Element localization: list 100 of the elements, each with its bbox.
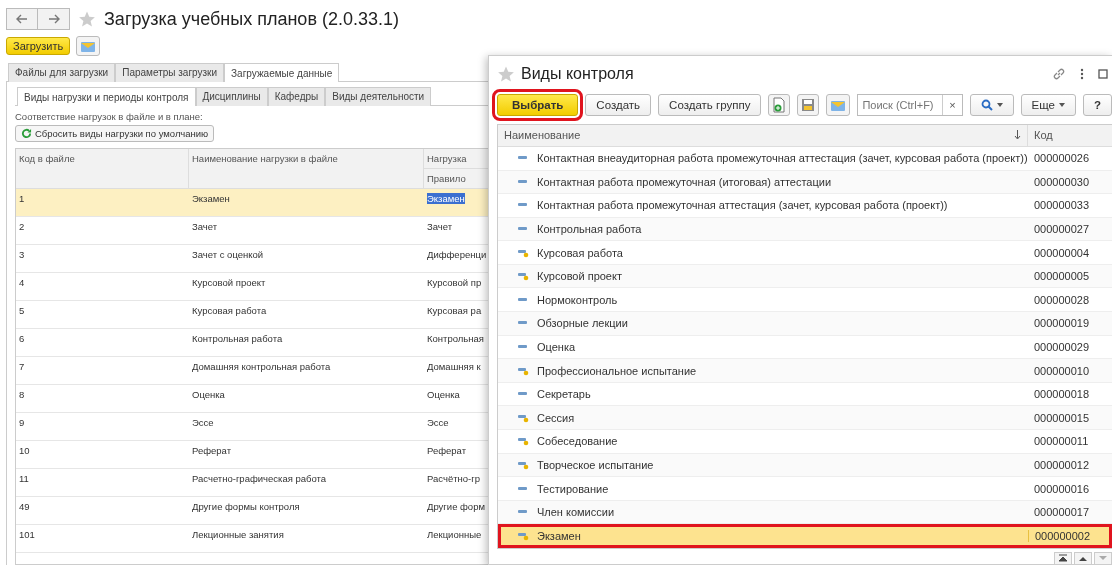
mail-button[interactable]: [826, 94, 851, 116]
toolbar-button[interactable]: Создать группу: [658, 94, 762, 116]
item-name: Член комиссии: [537, 506, 615, 519]
scroll-top-icon[interactable]: [1054, 552, 1072, 565]
list-row[interactable]: Творческое испытание 000000012: [498, 453, 1112, 478]
table-row[interactable]: 6 Контрольная работа Контрольная: [16, 329, 488, 357]
search-button[interactable]: [969, 94, 1014, 116]
item-name: Творческое испытание: [537, 458, 654, 471]
table-row[interactable]: 5 Курсовая работа Курсовая ра: [16, 301, 488, 329]
list-row[interactable]: Экзамен 000000002: [498, 524, 1112, 548]
table-row[interactable]: 3 Зачет с оценкой Дифференци: [16, 245, 488, 273]
more-button[interactable]: Еще: [1020, 94, 1076, 116]
table-cell-text: Курсовой проект: [191, 276, 267, 290]
item-name: Курсовая работа: [537, 246, 623, 259]
link-icon[interactable]: [1052, 67, 1066, 81]
list-row[interactable]: Обзорные лекции 000000019: [498, 312, 1112, 336]
item-name: Тестирование: [537, 482, 609, 495]
item-name: Контактная внеаудиторная работа промежуточная аттестация (зачет, курсовая работа (проект)): [537, 152, 1028, 165]
item-code: 000000002: [1028, 529, 1112, 542]
back-button[interactable]: [6, 8, 38, 30]
toolbar-button[interactable]: Создать: [585, 94, 652, 116]
help-button[interactable]: ?: [1082, 94, 1112, 116]
forward-button[interactable]: [38, 8, 70, 30]
table-cell-text: Зачет: [191, 220, 219, 234]
caret-icon: [1058, 103, 1065, 107]
table-row[interactable]: 10 Реферат Реферат: [16, 441, 488, 469]
tab[interactable]: Файлы для загрузки: [8, 63, 116, 82]
table-row[interactable]: 7 Домашняя контрольная работа Домашняя к: [16, 357, 488, 385]
table-cell-text: Оценка: [426, 388, 461, 402]
item-dot-icon: [518, 530, 529, 541]
document-plus-icon: [772, 97, 787, 113]
table-row[interactable]: 4 Курсовой проект Курсовой пр: [16, 273, 488, 301]
subtab[interactable]: Дисциплины: [195, 87, 268, 106]
table-cell-text: Эссе: [191, 416, 215, 430]
table-cell-text: Контрольная работа: [191, 332, 284, 346]
dialog-title: Виды контроля: [521, 65, 635, 83]
table-row[interactable]: 101 Лекционные занятия Лекционные: [16, 525, 488, 553]
list-row[interactable]: Член комиссии 000000017: [498, 500, 1112, 525]
column-header[interactable]: Наименование: [498, 125, 1028, 146]
table-cell-text: 4: [18, 276, 26, 290]
table-cell-text: 2: [18, 220, 26, 234]
table-cell-text: Другие форм: [426, 500, 486, 514]
table-row[interactable]: 8 Оценка Оценка: [16, 385, 488, 413]
tab[interactable]: Параметры загрузки: [115, 63, 225, 82]
table-cell-text: Расчётно-гр: [426, 472, 481, 486]
favorite-star-icon[interactable]: [497, 65, 515, 83]
list-row[interactable]: Контрольная работа 000000027: [498, 217, 1112, 242]
item-name: Сессия: [537, 411, 575, 424]
table-cell-text: Лекционные занятия: [191, 528, 285, 542]
list-row[interactable]: Сессия 000000015: [498, 406, 1112, 431]
maximize-icon[interactable]: [1098, 69, 1108, 79]
table-row[interactable]: 11 Расчетно-графическая работа Расчётно-гр: [16, 469, 488, 497]
save-button[interactable]: [797, 94, 820, 116]
favorite-star-icon[interactable]: [78, 10, 96, 28]
scroll-up-icon[interactable]: [1074, 552, 1092, 565]
load-button[interactable]: Загрузить: [6, 37, 71, 55]
table-cell-text: Лекционные: [426, 528, 483, 542]
item-dot-icon: [518, 247, 529, 258]
list-row[interactable]: Контактная работа промежуточная (итоговая) аттестации 000000030: [498, 170, 1112, 195]
envelope-icon: [830, 98, 847, 112]
list-row[interactable]: Контактная внеаудиторная работа промежуточная аттестация (зачет, курсовая работа (проект)) 000000026: [498, 146, 1112, 171]
list-row[interactable]: Курсовая работа 000000004: [498, 241, 1112, 265]
item-code: 000000026: [1033, 152, 1091, 165]
table-row[interactable]: 1 Экзамен Экзамен: [16, 189, 488, 217]
list-row[interactable]: Контактная работа промежуточная аттестация (зачет, курсовая работа (проект)) 000000033: [498, 194, 1112, 218]
table-cell-text: 9: [18, 416, 26, 430]
item-name: Контактная работа промежуточная аттестация (зачет, курсовая работа (проект)): [537, 199, 948, 212]
item-dot-icon: [518, 459, 529, 470]
table-row[interactable]: 2 Зачет Зачет: [16, 217, 488, 245]
table-row[interactable]: 9 Эссе Эссе: [16, 413, 488, 441]
subtab[interactable]: Кафедры: [267, 87, 326, 106]
list-row[interactable]: Курсовой проект 000000005: [498, 264, 1112, 289]
item-code: 000000027: [1033, 223, 1091, 235]
reset-button[interactable]: Сбросить виды нагрузки по умолчанию: [15, 125, 215, 142]
item-code: 000000033: [1033, 199, 1091, 212]
more-icon[interactable]: [1080, 68, 1084, 80]
table-cell-text: Реферат: [426, 444, 467, 458]
subtab[interactable]: Виды нагрузки и периоды контроля: [17, 87, 196, 106]
column-header[interactable]: Код: [1028, 125, 1112, 146]
table-cell-text: Оценка: [191, 388, 226, 402]
table-cell-text: Расчетно-графическая работа: [191, 472, 328, 486]
table-cell-text: 11: [18, 472, 30, 486]
table-cell-text: Зачет: [426, 220, 454, 234]
list-row[interactable]: Тестирование 000000016: [498, 477, 1112, 501]
item-code: 000000005: [1033, 270, 1091, 283]
search-icon: [980, 99, 993, 111]
envelope-icon: [80, 39, 97, 53]
mail-button[interactable]: [76, 36, 101, 56]
arrow-icon: [47, 14, 60, 24]
item-dot-icon: [518, 436, 529, 447]
tab[interactable]: Загружаемые данные: [224, 63, 340, 82]
list-row[interactable]: Собеседование 000000011: [498, 430, 1112, 454]
arrow-icon: [16, 14, 28, 24]
list-row[interactable]: Профессиональное испытание 000000010: [498, 359, 1112, 383]
table-row[interactable]: 49 Другие формы контроля Другие форм: [16, 497, 488, 525]
search-field[interactable]: Поиск (Ctrl+F) ×: [857, 94, 963, 116]
subtab[interactable]: Виды деятельности: [325, 87, 432, 106]
table-cell-text: 6: [18, 332, 26, 346]
copy-button[interactable]: [768, 94, 791, 116]
table-cell-text: Домашняя контрольная работа: [191, 360, 332, 374]
